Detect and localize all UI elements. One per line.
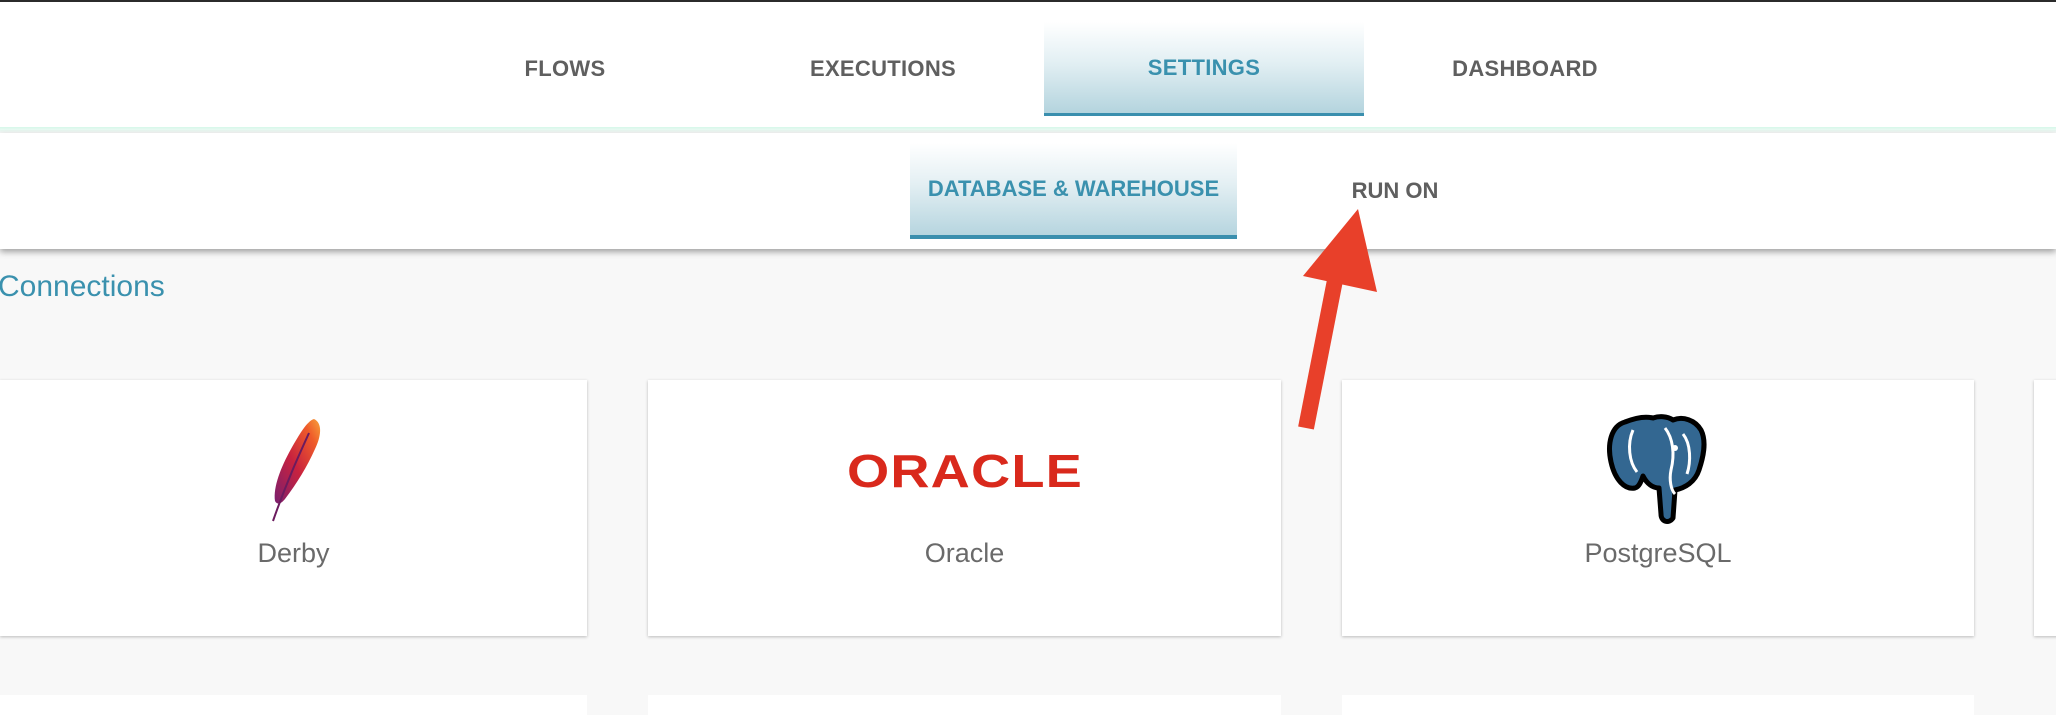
annotation-arrow-icon xyxy=(1298,209,1377,430)
